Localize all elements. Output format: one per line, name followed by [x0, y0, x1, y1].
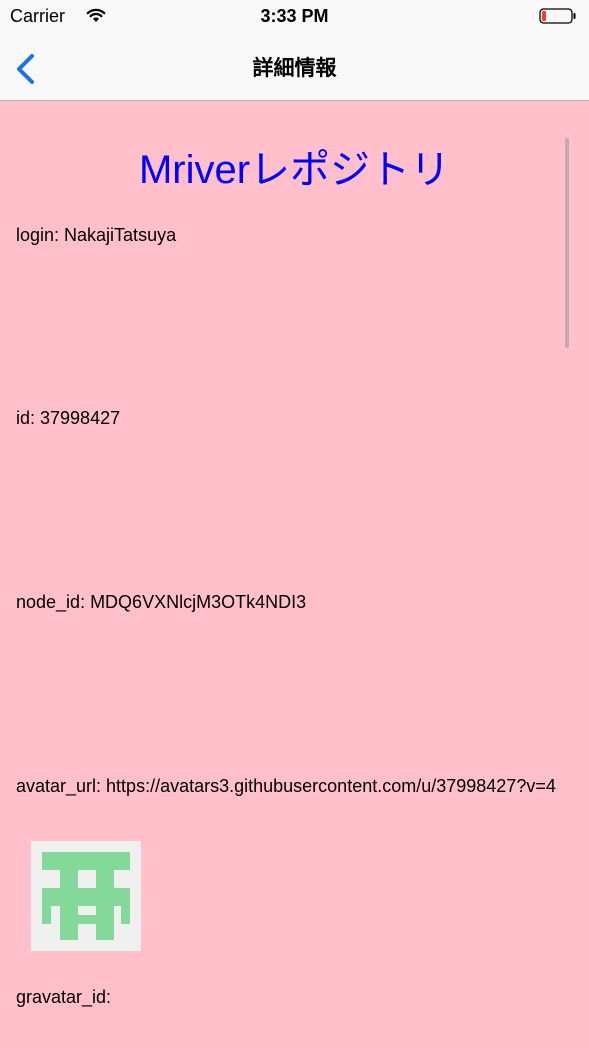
avatar-url-field: avatar_url: https://avatars3.githubuserc… [16, 776, 556, 796]
repository-title: Mriverレポジトリ [138, 148, 451, 192]
id-field: id: 37998427 [16, 408, 121, 428]
identicon-avatar-icon [31, 841, 141, 951]
avatar [31, 841, 141, 951]
navigation-bar: 詳細情報 [0, 40, 589, 101]
status-bar: Carrier 3:33 PM [0, 0, 589, 40]
login-field: login: NakajiTatsuya [16, 225, 177, 245]
detail-content[interactable]: Mriverレポジトリ login: NakajiTatsuya id: 379… [0, 101, 589, 1048]
nav-title: 詳細情報 [252, 57, 337, 80]
gravatar-id-field: gravatar_id: [16, 987, 112, 1007]
clock: 3:33 PM [260, 6, 329, 26]
node-id-field: node_id: MDQ6VXNlcjM3OTk4NDI3 [16, 592, 307, 612]
battery-icon [539, 8, 576, 24]
